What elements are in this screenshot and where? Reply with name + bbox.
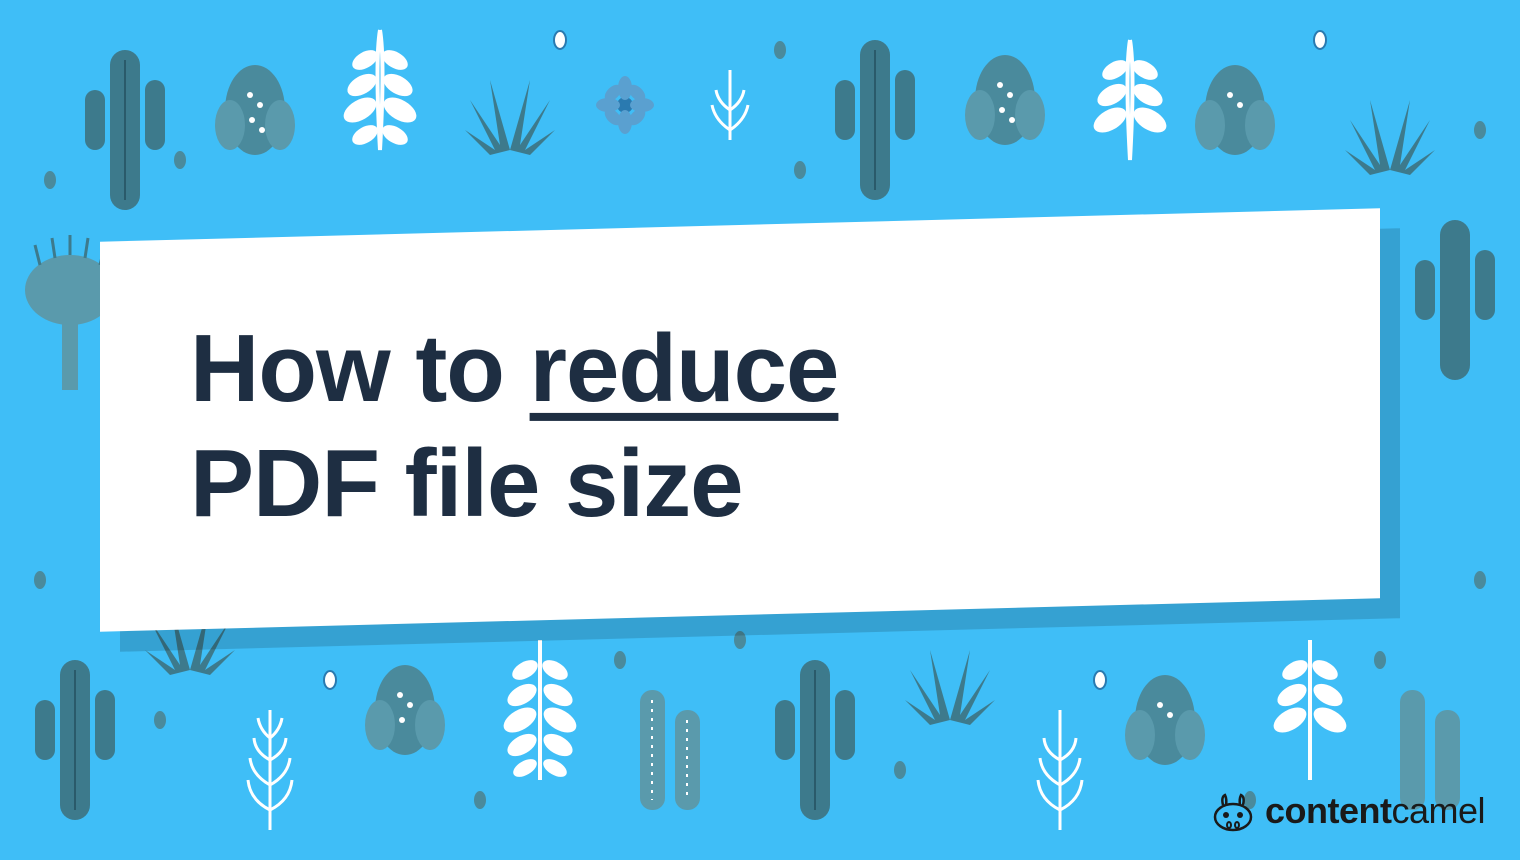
logo-text-bold: content [1265, 790, 1392, 831]
title-line2: PDF file size [190, 430, 743, 537]
logo-text: contentcamel [1265, 790, 1485, 832]
brand-logo: contentcamel [1209, 787, 1485, 835]
title-underlined-word: reduce [530, 315, 839, 422]
title-line1-part1: How to [190, 315, 530, 422]
main-title: How to reduce PDF file size [190, 311, 838, 541]
logo-text-light: camel [1391, 790, 1485, 831]
title-card: How to reduce PDF file size [100, 208, 1380, 632]
camel-icon [1209, 787, 1257, 835]
